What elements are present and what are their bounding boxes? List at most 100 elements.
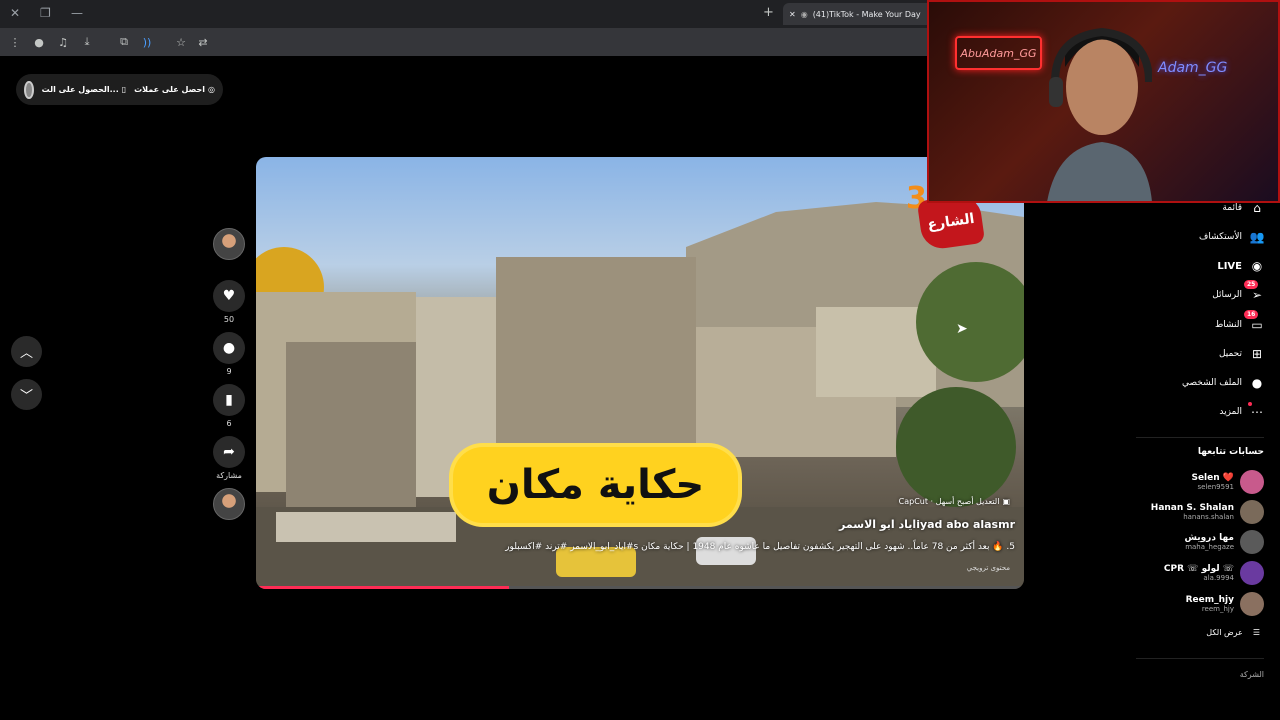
account-avatar — [1240, 561, 1264, 585]
company-link[interactable]: الشركة — [1240, 670, 1264, 679]
friends-icon: 👥 — [1249, 230, 1265, 244]
video-progress-fill — [256, 586, 510, 589]
sidebar-item-label: الملف الشخصي — [1182, 378, 1242, 388]
page-info-icon[interactable]: ⇄ — [196, 35, 210, 49]
account-names: CPR ☏ لولو ☏ ala.9994 — [1164, 564, 1234, 582]
streamer-figure — [1047, 27, 1152, 201]
get-coins-button[interactable]: احصل على عملات ◎ — [134, 85, 215, 94]
sidebar-divider — [1136, 437, 1264, 438]
neon-sign-left: AbuAdam_GG — [955, 36, 1042, 70]
see-all-label: عرض الكل — [1206, 628, 1243, 637]
account-names: Reem_hjy reem_hjy — [1186, 595, 1234, 613]
author-avatar — [213, 228, 245, 260]
tab-close-icon[interactable]: ✕ — [789, 10, 796, 19]
unread-dot — [1248, 402, 1252, 406]
account-avatar — [1240, 592, 1264, 616]
sidebar-item-label: قائمة — [1222, 203, 1242, 213]
comment-button[interactable]: ● 9 — [213, 332, 245, 376]
sidebar-item-2[interactable]: LIVE ◉ — [1217, 257, 1266, 275]
activity-icon: ▭ 16 — [1244, 310, 1266, 334]
new-tab-button[interactable]: + — [763, 5, 774, 20]
account-avatar — [1240, 530, 1264, 554]
sidebar-item-1[interactable]: الأستكشاف 👥 — [1199, 228, 1266, 246]
account-name: Selen ❤️ — [1191, 473, 1234, 483]
sound-avatar-button[interactable] — [213, 488, 245, 520]
sidebar-item-0[interactable]: قائمة ⌂ — [1222, 199, 1266, 217]
sidebar-item-label: تحميل — [1218, 349, 1242, 359]
account-avatar — [1240, 500, 1264, 524]
chevron-down-icon: ﹀ — [19, 389, 33, 404]
like-button[interactable]: ♥ 50 — [213, 280, 245, 324]
capcut-icon: ▣ — [1002, 497, 1010, 506]
share-label: مشاركة — [216, 471, 242, 480]
video-author[interactable]: اياد ابو الاسمرiyad abo alasmr — [839, 518, 1015, 531]
sidebar-item-3[interactable]: الرسائل ➢ 25 — [1212, 280, 1266, 304]
save-count: 6 — [226, 419, 232, 428]
account-handle: maha_hegaze — [1185, 543, 1234, 551]
account-name: مها درويش — [1184, 533, 1234, 543]
media-icon[interactable]: ♫ — [56, 35, 70, 49]
following-account[interactable]: مها درويش maha_hegaze — [1184, 530, 1264, 554]
extensions-icon[interactable]: ⧉ — [117, 35, 131, 49]
coin-icon: ◎ — [208, 85, 215, 94]
promo-label: محتوى ترويجي — [966, 564, 1010, 572]
account-handle: ala.9994 — [1203, 574, 1234, 582]
account-name: Reem_hjy — [1185, 595, 1234, 605]
browser-tab[interactable]: ✕ ◉ (41)TikTok - Make Your Day — [783, 3, 933, 25]
next-video-button[interactable]: ﹀ — [11, 379, 42, 410]
following-account[interactable]: Hanan S. Shalan hanans.shalan — [1151, 500, 1264, 524]
following-account[interactable]: Selen ❤️ selen9591 — [1191, 470, 1264, 494]
window-close-icon[interactable]: ✕ — [10, 6, 20, 20]
video-player[interactable]: 3 الشارع حكاية مكان CapCut · التعديل أصب… — [256, 157, 1024, 589]
video-description: 5. 🔥 بعد أكثر من 78 عاماً.. شهود على الت… — [505, 542, 1015, 552]
comment-icon: ● — [213, 332, 245, 364]
notification-badge: 25 — [1244, 280, 1259, 289]
sidebar-item-5[interactable]: تحميل ⊞ — [1219, 345, 1266, 363]
profile-icon[interactable]: ● — [32, 35, 46, 49]
window-restore-icon[interactable]: ❐ — [40, 6, 51, 20]
upload-icon: ⊞ — [1251, 347, 1263, 361]
window-minimize-icon[interactable]: — — [71, 6, 83, 20]
comment-count: 9 — [226, 367, 232, 376]
account-name: CPR ☏ لولو ☏ — [1163, 564, 1234, 574]
neon-sign-right: Adam_GG — [1158, 60, 1228, 76]
live-icon: ◉ — [1251, 259, 1263, 273]
bookmark-star-icon[interactable]: ☆ — [174, 35, 188, 49]
get-app-button[interactable]: الحصول على الت... ▯ — [42, 85, 127, 94]
feed-icon: ⌂ — [1253, 201, 1261, 215]
sidebar-item-7[interactable]: المزيد ⋯ — [1219, 402, 1266, 421]
previous-video-button[interactable]: ︿ — [11, 336, 42, 367]
audio-icon[interactable]: )) — [140, 35, 154, 49]
account-names: Hanan S. Shalan hanans.shalan — [1151, 503, 1234, 521]
see-all-button[interactable]: عرض الكل ☰ — [1206, 628, 1260, 637]
share-button[interactable]: ➦ مشاركة — [213, 436, 245, 480]
download-icon[interactable]: ⤓ — [80, 35, 94, 49]
following-account[interactable]: CPR ☏ لولو ☏ ala.9994 — [1164, 561, 1264, 585]
get-app-label: الحصول على الت... — [41, 85, 119, 94]
list-icon: ☰ — [1252, 628, 1260, 637]
sound-avatar — [213, 488, 245, 520]
tab-title: (41)TikTok - Make Your Day — [812, 9, 921, 19]
phone-icon: ▯ — [121, 85, 127, 94]
video-headline: حكاية مكان — [453, 447, 738, 523]
video-progress-bar[interactable] — [256, 586, 1024, 589]
author-avatar-button[interactable] — [213, 228, 245, 260]
user-avatar[interactable] — [24, 80, 34, 99]
chevron-up-icon: ︿ — [19, 346, 33, 361]
menu-icon[interactable]: ⋮ — [8, 35, 22, 49]
sidebar-item-label: الأستكشاف — [1199, 232, 1242, 242]
sidebar-item-4[interactable]: النشاط ▭ 16 — [1214, 310, 1266, 334]
sidebar-item-6[interactable]: الملف الشخصي ● — [1182, 374, 1266, 392]
sidebar-divider-2 — [1136, 658, 1264, 659]
mouse-cursor-icon: ➤ — [956, 321, 968, 337]
account-avatar — [1240, 470, 1264, 494]
following-account[interactable]: Reem_hjy reem_hjy — [1186, 592, 1264, 616]
tab-audio-icon: ◉ — [800, 9, 808, 19]
sidebar-item-label: النشاط — [1214, 320, 1242, 330]
save-button[interactable]: ▮ 6 — [213, 384, 245, 428]
profile-icon: ● — [1251, 376, 1263, 390]
account-names: مها درويش maha_hegaze — [1184, 533, 1234, 551]
sidebar-item-label: LIVE — [1217, 260, 1242, 272]
capcut-label[interactable]: CapCut · التعديل أصبح أسهل ▣ — [899, 497, 1010, 506]
account-names: Selen ❤️ selen9591 — [1191, 473, 1234, 491]
